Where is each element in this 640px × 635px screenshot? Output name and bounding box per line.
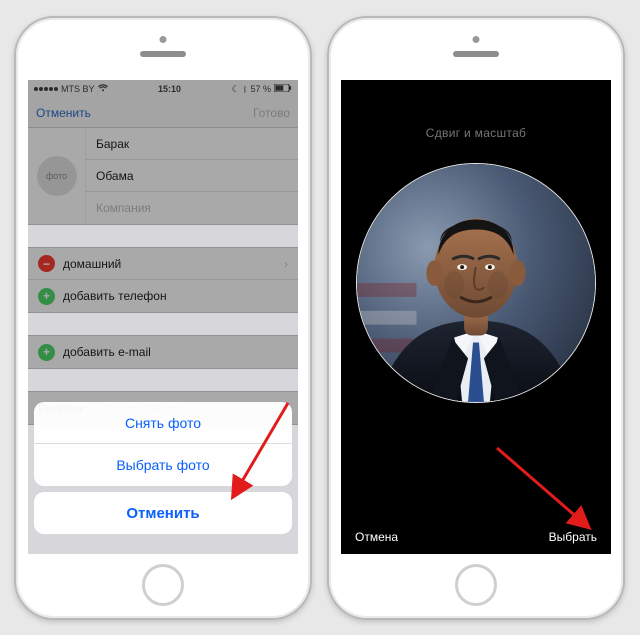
crop-cancel-button[interactable]: Отмена: [355, 530, 398, 544]
navbar: Отменить Готово: [28, 98, 298, 128]
photo-placeholder-icon: фото: [37, 156, 77, 196]
company-field[interactable]: Компания: [86, 192, 298, 224]
contact-header: фото Барак Обама Компания: [28, 128, 298, 225]
photo-placeholder-label: фото: [46, 171, 67, 181]
first-name-value: Барак: [96, 137, 129, 151]
company-placeholder: Компания: [96, 201, 151, 215]
status-time: 15:10: [158, 84, 181, 94]
crop-bottom-bar: Отмена Выбрать: [341, 530, 611, 544]
chevron-right-icon: ›: [284, 257, 288, 271]
screen-right: Сдвиг и масштаб: [341, 80, 611, 554]
action-sheet-group: Снять фото Выбрать фото: [34, 402, 292, 486]
phone-row-existing[interactable]: − домашний ›: [28, 248, 298, 280]
phone-right: Сдвиг и масштаб: [327, 16, 625, 620]
phone-type-label: домашний: [63, 257, 121, 271]
home-button[interactable]: [142, 564, 184, 606]
screen-left: MTS BY 15:10 ☾ ᛒ 57 %: [28, 80, 298, 554]
choose-photo-button[interactable]: Выбрать фото: [34, 444, 292, 486]
sheet-cancel-button[interactable]: Отменить: [34, 492, 292, 534]
battery-icon: [274, 84, 292, 94]
add-icon[interactable]: +: [38, 288, 55, 305]
camera-dot: [160, 36, 167, 43]
nav-done: Готово: [253, 106, 290, 120]
choose-photo-label: Выбрать фото: [116, 457, 209, 473]
add-photo-button[interactable]: фото: [28, 128, 86, 224]
add-phone-label: добавить телефон: [63, 289, 167, 303]
crop-circle-mask: [356, 163, 596, 403]
bluetooth-icon: ᛒ: [243, 85, 248, 94]
first-name-field[interactable]: Барак: [86, 128, 298, 160]
emails-section: + добавить e-mail: [28, 335, 298, 369]
add-email-row[interactable]: + добавить e-mail: [28, 336, 298, 368]
moon-icon: ☾: [232, 84, 240, 95]
take-photo-button[interactable]: Снять фото: [34, 402, 292, 444]
earpiece-speaker: [140, 51, 186, 57]
camera-dot: [473, 36, 480, 43]
take-photo-label: Снять фото: [125, 415, 201, 431]
phone-left: MTS BY 15:10 ☾ ᛒ 57 %: [14, 16, 312, 620]
nav-cancel[interactable]: Отменить: [36, 106, 91, 120]
carrier-label: MTS BY: [61, 84, 95, 94]
status-bar: MTS BY 15:10 ☾ ᛒ 57 %: [28, 80, 298, 98]
wifi-icon: [98, 84, 108, 94]
annotation-arrow-right: [491, 440, 601, 540]
photo-crop-stage[interactable]: [341, 150, 611, 416]
contact-edit-under-sheet: MTS BY 15:10 ☾ ᛒ 57 %: [28, 80, 298, 425]
last-name-field[interactable]: Обама: [86, 160, 298, 192]
add-icon[interactable]: +: [38, 344, 55, 361]
sheet-cancel-label: Отменить: [126, 505, 199, 522]
add-email-label: добавить e-mail: [63, 345, 151, 359]
move-scale-title: Сдвиг и масштаб: [341, 80, 611, 150]
home-button[interactable]: [455, 564, 497, 606]
signal-icon: [34, 87, 58, 91]
battery-label: 57 %: [250, 84, 271, 94]
crop-choose-button[interactable]: Выбрать: [549, 530, 597, 544]
last-name-value: Обама: [96, 169, 134, 183]
earpiece-speaker: [453, 51, 499, 57]
portrait-image[interactable]: [357, 164, 595, 402]
delete-icon[interactable]: −: [38, 255, 55, 272]
phones-section: − домашний › + добавить телефон: [28, 247, 298, 313]
add-phone-row[interactable]: + добавить телефон: [28, 280, 298, 312]
